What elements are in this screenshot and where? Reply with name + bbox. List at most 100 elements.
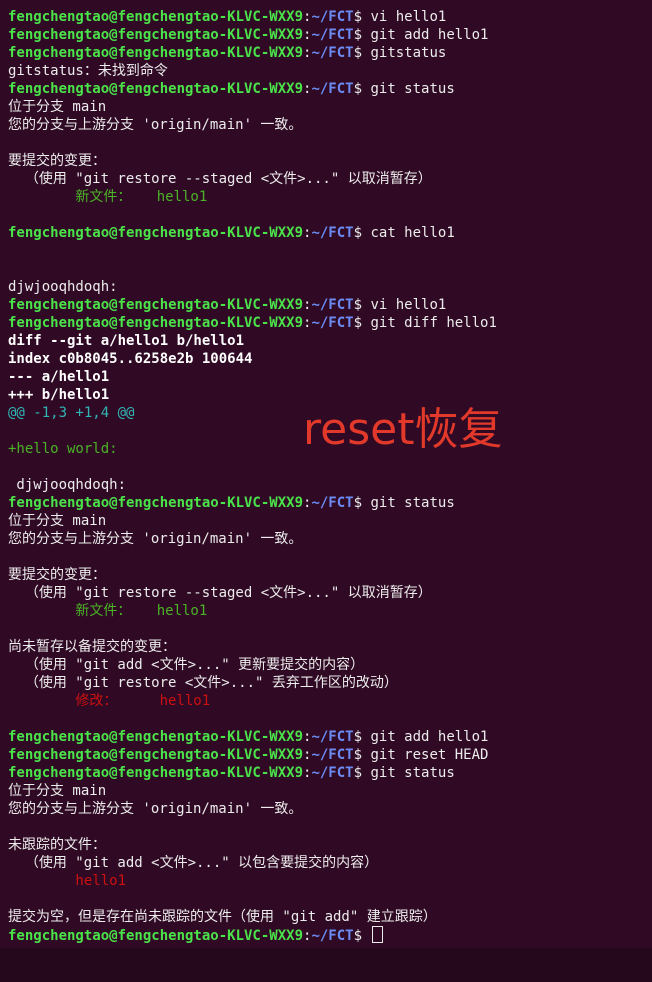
output-text: djwjooqhdoqh: (8, 477, 127, 493)
output-line: 新文件： hello1 (8, 188, 648, 206)
output-line: （使用 "git restore --staged <文件>..." 以取消暂存… (8, 170, 648, 188)
output-text: 修改： hello1 (8, 693, 211, 709)
prompt-symbol: $ (353, 495, 371, 511)
prompt-line: fengchengtao@fengchengtao-KLVC-WXX9:~/FC… (8, 26, 648, 44)
output-text: 提交为空，但是存在尚未跟踪的文件（使用 "git add" 建立跟踪） (8, 909, 437, 925)
output-line: 位于分支 main (8, 782, 648, 800)
prompt-symbol: $ (353, 297, 371, 313)
prompt-path: ~/FCT (311, 9, 354, 25)
prompt-line: fengchengtao@fengchengtao-KLVC-WXX9:~/FC… (8, 296, 648, 314)
prompt-path: ~/FCT (311, 928, 354, 944)
output-text: 要提交的变更： (8, 153, 106, 169)
output-line: 要提交的变更： (8, 566, 648, 584)
prompt-path: ~/FCT (311, 747, 354, 763)
command-text: git reset HEAD (370, 747, 489, 763)
prompt-path: ~/FCT (311, 45, 354, 61)
prompt-line: fengchengtao@fengchengtao-KLVC-WXX9:~/FC… (8, 746, 648, 764)
prompt-user-host: fengchengtao@fengchengtao-KLVC-WXX9 (8, 297, 304, 313)
output-line: 修改： hello1 (8, 692, 648, 710)
terminal-window[interactable]: fengchengtao@fengchengtao-KLVC-WXX9:~/FC… (0, 0, 652, 948)
output-text: 位于分支 main (8, 513, 107, 529)
prompt-path: ~/FCT (311, 225, 354, 241)
output-text: 新文件： hello1 (8, 603, 208, 619)
terminal-bottom-bar (0, 948, 652, 982)
prompt-line: fengchengtao@fengchengtao-KLVC-WXX9:~/FC… (8, 494, 648, 512)
output-line: （使用 "git add <文件>..." 更新要提交的内容） (8, 656, 648, 674)
command-text: cat hello1 (370, 225, 455, 241)
prompt-user-host: fengchengtao@fengchengtao-KLVC-WXX9 (8, 9, 304, 25)
prompt-user-host: fengchengtao@fengchengtao-KLVC-WXX9 (8, 27, 304, 43)
output-text: djwjooqhdoqh: (8, 279, 118, 295)
prompt-path: ~/FCT (311, 765, 354, 781)
output-text: 要提交的变更： (8, 567, 106, 583)
output-line: index c0b8045..6258e2b 100644 (8, 350, 648, 368)
command-text: git add hello1 (370, 729, 489, 745)
output-text: diff --git a/hello1 b/hello1 (8, 333, 245, 349)
prompt-user-host: fengchengtao@fengchengtao-KLVC-WXX9 (8, 81, 304, 97)
output-text: +hello world: (8, 441, 118, 457)
prompt-line: fengchengtao@fengchengtao-KLVC-WXX9:~/FC… (8, 80, 648, 98)
prompt-symbol: $ (353, 765, 371, 781)
output-text: （使用 "git restore --staged <文件>..." 以取消暂存… (8, 171, 432, 187)
prompt-symbol: $ (353, 747, 371, 763)
command-text: git status (370, 765, 455, 781)
prompt-user-host: fengchengtao@fengchengtao-KLVC-WXX9 (8, 765, 304, 781)
output-text: （使用 "git add <文件>..." 更新要提交的内容） (8, 657, 365, 673)
prompt-symbol: $ (353, 9, 371, 25)
prompt-path: ~/FCT (311, 729, 354, 745)
prompt-symbol: $ (353, 928, 371, 944)
text-cursor[interactable] (372, 926, 384, 943)
prompt-user-host: fengchengtao@fengchengtao-KLVC-WXX9 (8, 729, 304, 745)
command-text: git status (370, 81, 455, 97)
output-text: 位于分支 main (8, 783, 107, 799)
output-text: index c0b8045..6258e2b 100644 (8, 351, 253, 367)
command-text: gitstatus (370, 45, 447, 61)
output-line: （使用 "git restore <文件>..." 丢弃工作区的改动） (8, 674, 648, 692)
output-line: 位于分支 main (8, 512, 648, 530)
output-text: 您的分支与上游分支 'origin/main' 一致。 (8, 801, 303, 817)
prompt-path: ~/FCT (311, 315, 354, 331)
output-text: gitstatus：未找到命令 (8, 63, 168, 79)
prompt-user-host: fengchengtao@fengchengtao-KLVC-WXX9 (8, 225, 304, 241)
prompt-symbol: $ (353, 315, 371, 331)
output-text: 尚未暂存以备提交的变更： (8, 639, 176, 655)
output-text: @@ -1,3 +1,4 @@ (8, 405, 135, 421)
output-text: 您的分支与上游分支 'origin/main' 一致。 (8, 531, 303, 547)
output-line: 您的分支与上游分支 'origin/main' 一致。 (8, 116, 648, 134)
output-line: 提交为空，但是存在尚未跟踪的文件（使用 "git add" 建立跟踪） (8, 908, 648, 926)
prompt-line: fengchengtao@fengchengtao-KLVC-WXX9:~/FC… (8, 764, 648, 782)
output-text: 新文件： hello1 (8, 189, 208, 205)
prompt-path: ~/FCT (311, 297, 354, 313)
output-line: --- a/hello1 (8, 368, 648, 386)
prompt-line: fengchengtao@fengchengtao-KLVC-WXX9:~/FC… (8, 8, 648, 26)
output-line: diff --git a/hello1 b/hello1 (8, 332, 648, 350)
terminal-output: fengchengtao@fengchengtao-KLVC-WXX9:~/FC… (8, 8, 648, 944)
command-text: git status (370, 495, 455, 511)
prompt-line: fengchengtao@fengchengtao-KLVC-WXX9:~/FC… (8, 224, 648, 242)
prompt-symbol: $ (353, 729, 371, 745)
prompt-symbol: $ (353, 225, 371, 241)
prompt-symbol: $ (353, 27, 371, 43)
prompt-line: fengchengtao@fengchengtao-KLVC-WXX9:~/FC… (8, 314, 648, 332)
prompt-symbol: $ (353, 45, 371, 61)
output-line: djwjooqhdoqh: (8, 476, 648, 494)
output-text: （使用 "git add <文件>..." 以包含要提交的内容） (8, 855, 379, 871)
output-text: 您的分支与上游分支 'origin/main' 一致。 (8, 117, 303, 133)
output-text: 位于分支 main (8, 99, 107, 115)
output-text: --- a/hello1 (8, 369, 110, 385)
output-text: （使用 "git restore <文件>..." 丢弃工作区的改动） (8, 675, 398, 691)
prompt-user-host: fengchengtao@fengchengtao-KLVC-WXX9 (8, 928, 304, 944)
prompt-line: fengchengtao@fengchengtao-KLVC-WXX9:~/FC… (8, 926, 648, 944)
output-line: djwjooqhdoqh: (8, 278, 648, 296)
prompt-line: fengchengtao@fengchengtao-KLVC-WXX9:~/FC… (8, 728, 648, 746)
output-text: 未跟踪的文件： (8, 837, 106, 853)
prompt-user-host: fengchengtao@fengchengtao-KLVC-WXX9 (8, 747, 304, 763)
